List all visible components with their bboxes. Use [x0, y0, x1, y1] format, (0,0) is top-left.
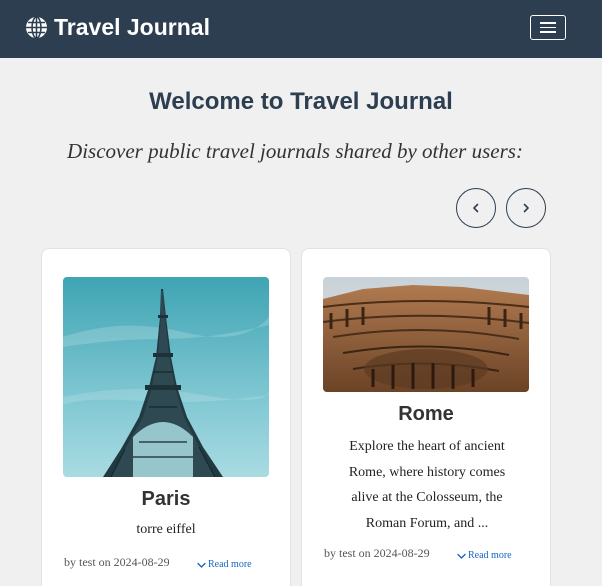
navbar: Travel Journal: [0, 0, 602, 58]
hamburger-menu-icon: [540, 26, 556, 29]
page-title: Welcome to Travel Journal: [149, 88, 453, 115]
read-more-label: Read more: [208, 559, 252, 570]
card-description: Explore the heart of ancient Rome, where…: [348, 439, 506, 531]
page-subtitle: Discover public travel journals shared b…: [67, 139, 523, 163]
menu-toggle-button[interactable]: [530, 15, 566, 40]
card-title[interactable]: Paris: [42, 487, 290, 511]
carousel-next-button[interactable]: [506, 188, 546, 228]
card-author-date: by test on 2024-08-29: [324, 546, 430, 560]
colosseum-photo: [323, 277, 529, 392]
chevron-down-icon: [457, 553, 466, 559]
journal-card[interactable]: Rome Explore the heart of ancient Rome, …: [301, 248, 551, 586]
eiffel-tower-photo: [63, 277, 269, 477]
chevron-down-icon: [197, 562, 206, 568]
read-more-link[interactable]: Read more: [457, 549, 512, 563]
read-more-link[interactable]: Read more: [197, 558, 252, 572]
journal-card[interactable]: Paris torre eiffel by test on 2024-08-29…: [41, 248, 291, 586]
chevron-left-icon: [473, 203, 479, 213]
card-description: torre eiffel: [136, 522, 196, 537]
read-more-label: Read more: [468, 550, 512, 561]
brand[interactable]: Travel Journal: [25, 13, 210, 41]
carousel-prev-button[interactable]: [456, 188, 496, 228]
brand-title: Travel Journal: [54, 14, 210, 40]
chevron-right-icon: [523, 203, 529, 213]
hamburger-menu-icon: [540, 31, 556, 33]
card-author-date: by test on 2024-08-29: [64, 555, 170, 569]
card-title[interactable]: Rome: [302, 402, 550, 426]
globe-icon: [25, 15, 48, 39]
hamburger-menu-icon: [540, 22, 556, 24]
